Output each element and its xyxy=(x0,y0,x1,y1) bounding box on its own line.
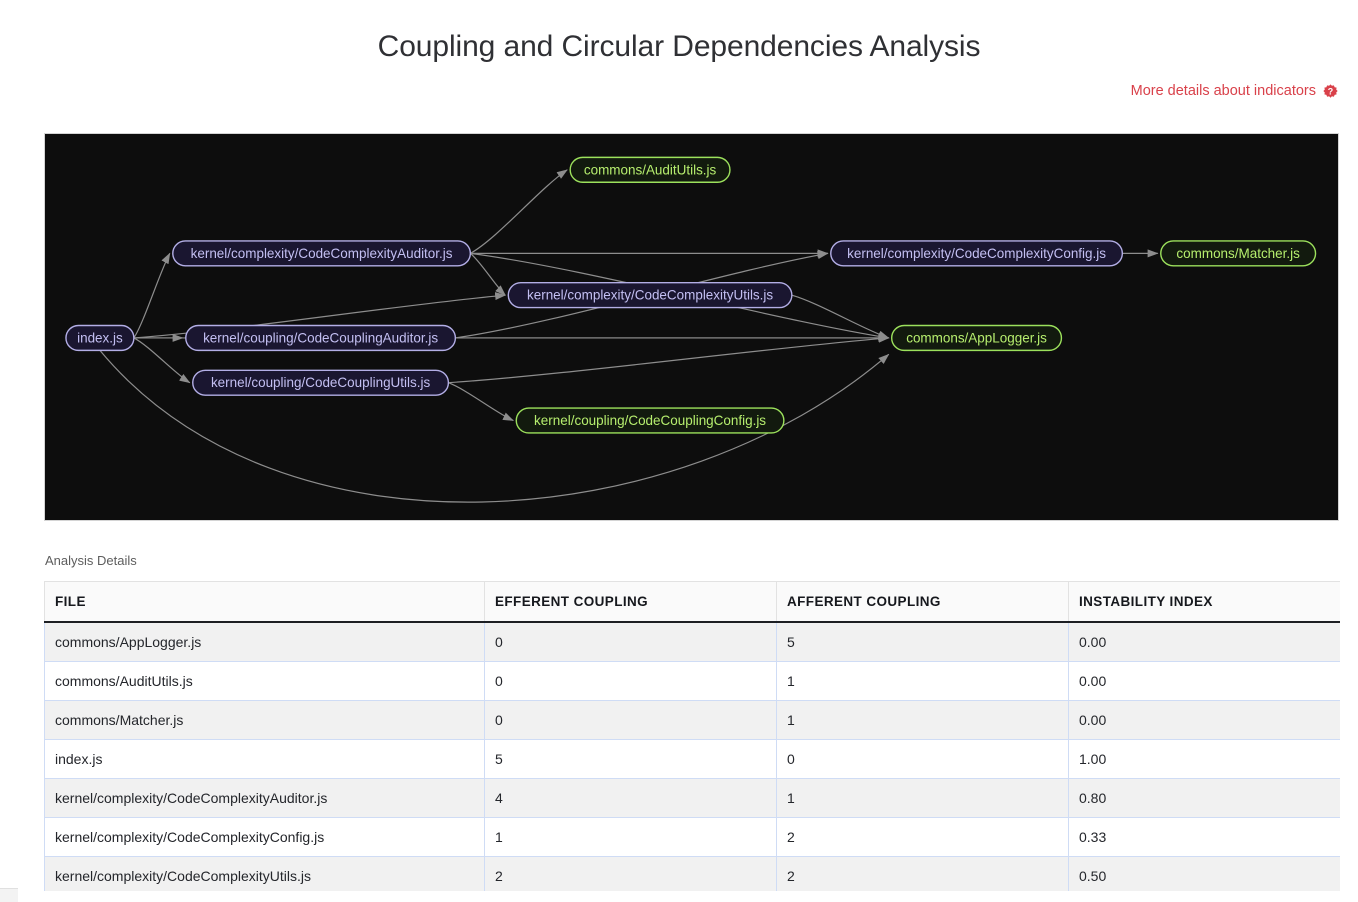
table-row: kernel/complexity/CodeComplexityConfig.j… xyxy=(44,817,1340,857)
indicators-link-label: More details about indicators xyxy=(1130,83,1316,99)
graph-node-auditutils[interactable]: commons/AuditUtils.js xyxy=(569,156,731,183)
graph-node-applogger[interactable]: commons/AppLogger.js xyxy=(890,324,1063,352)
cell-efferent-coupling: 1 xyxy=(484,817,777,857)
graph-node-label: kernel/coupling/CodeCouplingConfig.js xyxy=(534,413,766,428)
analysis-details-body: commons/AppLogger.js 0 5 0.00 commons/AuditU… xyxy=(44,621,1340,891)
cell-file: commons/AuditUtils.js xyxy=(44,661,485,701)
graph-node-label: kernel/complexity/CodeComplexityConfig.j… xyxy=(847,246,1106,261)
svg-text:?: ? xyxy=(1328,86,1333,96)
graph-edge-complexityauditor-to-auditutils xyxy=(470,169,568,254)
table-row: kernel/complexity/CodeComplexityUtils.js… xyxy=(44,856,1340,891)
dependency-graph-panel[interactable]: commons/AuditUtils.js kernel/complexity/C… xyxy=(44,133,1339,521)
graph-node-label: index.js xyxy=(77,331,123,346)
graph-node-label: kernel/complexity/CodeComplexityUtils.js xyxy=(527,288,773,303)
analysis-details-label: Analysis Details xyxy=(45,553,137,568)
cell-efferent-coupling: 4 xyxy=(484,778,777,818)
more-details-about-indicators-link[interactable]: More details about indicators ? xyxy=(1131,83,1338,99)
graph-node-couplingutils[interactable]: kernel/coupling/CodeCouplingUtils.js xyxy=(192,369,450,396)
graph-node-layer: commons/AuditUtils.js kernel/complexity/C… xyxy=(65,156,1317,434)
cell-instability-index: 0.80 xyxy=(1068,778,1340,818)
graph-node-complexityconfig[interactable]: kernel/complexity/CodeComplexityConfig.j… xyxy=(830,240,1124,267)
cell-afferent-coupling: 1 xyxy=(776,778,1069,818)
cell-efferent-coupling: 0 xyxy=(484,700,777,740)
column-header-afferent-coupling[interactable]: AFFERENT COUPLING xyxy=(776,581,1069,623)
graph-edge-couplingutils-to-couplingconfig xyxy=(448,382,515,422)
cell-afferent-coupling: 0 xyxy=(776,739,1069,779)
graph-node-label: kernel/complexity/CodeComplexityAuditor.… xyxy=(191,246,453,261)
table-row: index.js 5 0 1.00 xyxy=(44,739,1340,779)
cell-instability-index: 0.50 xyxy=(1068,856,1340,891)
cell-instability-index: 1.00 xyxy=(1068,739,1340,779)
graph-node-label: commons/AppLogger.js xyxy=(906,331,1047,346)
cell-file: index.js xyxy=(44,739,485,779)
cell-efferent-coupling: 0 xyxy=(484,661,777,701)
graph-edge-couplingutils-to-applogger xyxy=(448,334,890,384)
cell-efferent-coupling: 5 xyxy=(484,739,777,779)
table-header-row: FILE EFFERENT COUPLING AFFERENT COUPLING… xyxy=(44,581,1340,623)
page-root: Coupling and Circular Dependencies Analy… xyxy=(0,0,1358,902)
cell-afferent-coupling: 2 xyxy=(776,856,1069,891)
graph-node-couplingauditor[interactable]: kernel/coupling/CodeCouplingAuditor.js xyxy=(185,324,457,352)
cell-file: kernel/complexity/CodeComplexityAuditor.… xyxy=(44,778,485,818)
cell-instability-index: 0.00 xyxy=(1068,661,1340,701)
cell-file: kernel/complexity/CodeComplexityConfig.j… xyxy=(44,817,485,857)
graph-node-complexityauditor[interactable]: kernel/complexity/CodeComplexityAuditor.… xyxy=(172,240,472,267)
cell-afferent-coupling: 1 xyxy=(776,700,1069,740)
dependency-graph-svg: commons/AuditUtils.js kernel/complexity/C… xyxy=(65,156,1317,503)
analysis-details-table: FILE EFFERENT COUPLING AFFERENT COUPLING… xyxy=(44,581,1340,891)
question-mark-badge-icon: ? xyxy=(1323,83,1338,99)
page-title: Coupling and Circular Dependencies Analy… xyxy=(377,30,981,64)
cell-file: commons/Matcher.js xyxy=(44,700,485,740)
graph-edge-indexjs-to-couplingutils xyxy=(133,337,191,384)
column-header-instability-index[interactable]: INSTABILITY INDEX xyxy=(1068,581,1340,623)
analysis-details-table-container[interactable]: FILE EFFERENT COUPLING AFFERENT COUPLING… xyxy=(44,581,1340,891)
table-row: kernel/complexity/CodeComplexityAuditor.… xyxy=(44,778,1340,818)
cell-file: commons/AppLogger.js xyxy=(44,621,485,662)
cell-efferent-coupling: 0 xyxy=(484,621,777,662)
column-header-file[interactable]: FILE xyxy=(44,581,485,623)
horizontal-scrollbar[interactable] xyxy=(0,888,18,902)
table-row: commons/Matcher.js 0 1 0.00 xyxy=(44,700,1340,740)
cell-afferent-coupling: 2 xyxy=(776,817,1069,857)
horizontal-scroll-rail[interactable] xyxy=(0,894,1358,902)
graph-node-complexityutils[interactable]: kernel/complexity/CodeComplexityUtils.js xyxy=(507,282,793,309)
cell-file: kernel/complexity/CodeComplexityUtils.js xyxy=(44,856,485,891)
graph-node-couplingconfig[interactable]: kernel/coupling/CodeCouplingConfig.js xyxy=(515,407,785,434)
graph-node-label: kernel/coupling/CodeCouplingAuditor.js xyxy=(203,331,438,346)
table-row: commons/AppLogger.js 0 5 0.00 xyxy=(44,621,1340,662)
graph-node-label: commons/Matcher.js xyxy=(1176,246,1300,261)
column-header-efferent-coupling[interactable]: EFFERENT COUPLING xyxy=(484,581,777,623)
cell-afferent-coupling: 1 xyxy=(776,661,1069,701)
cell-instability-index: 0.00 xyxy=(1068,621,1340,662)
graph-edge-complexityutils-to-applogger xyxy=(791,294,890,339)
table-row: commons/AuditUtils.js 0 1 0.00 xyxy=(44,661,1340,701)
graph-edge-indexjs-to-complexityauditor xyxy=(133,252,171,339)
cell-efferent-coupling: 2 xyxy=(484,856,777,891)
cell-instability-index: 0.33 xyxy=(1068,817,1340,857)
graph-node-matcher[interactable]: commons/Matcher.js xyxy=(1160,240,1317,267)
cell-afferent-coupling: 5 xyxy=(776,621,1069,662)
cell-instability-index: 0.00 xyxy=(1068,700,1340,740)
graph-node-label: kernel/coupling/CodeCouplingUtils.js xyxy=(211,375,431,390)
graph-node-indexjs[interactable]: index.js xyxy=(65,324,135,352)
graph-node-label: commons/AuditUtils.js xyxy=(584,162,717,177)
graph-edge-complexityauditor-to-complexityutils xyxy=(469,252,506,296)
